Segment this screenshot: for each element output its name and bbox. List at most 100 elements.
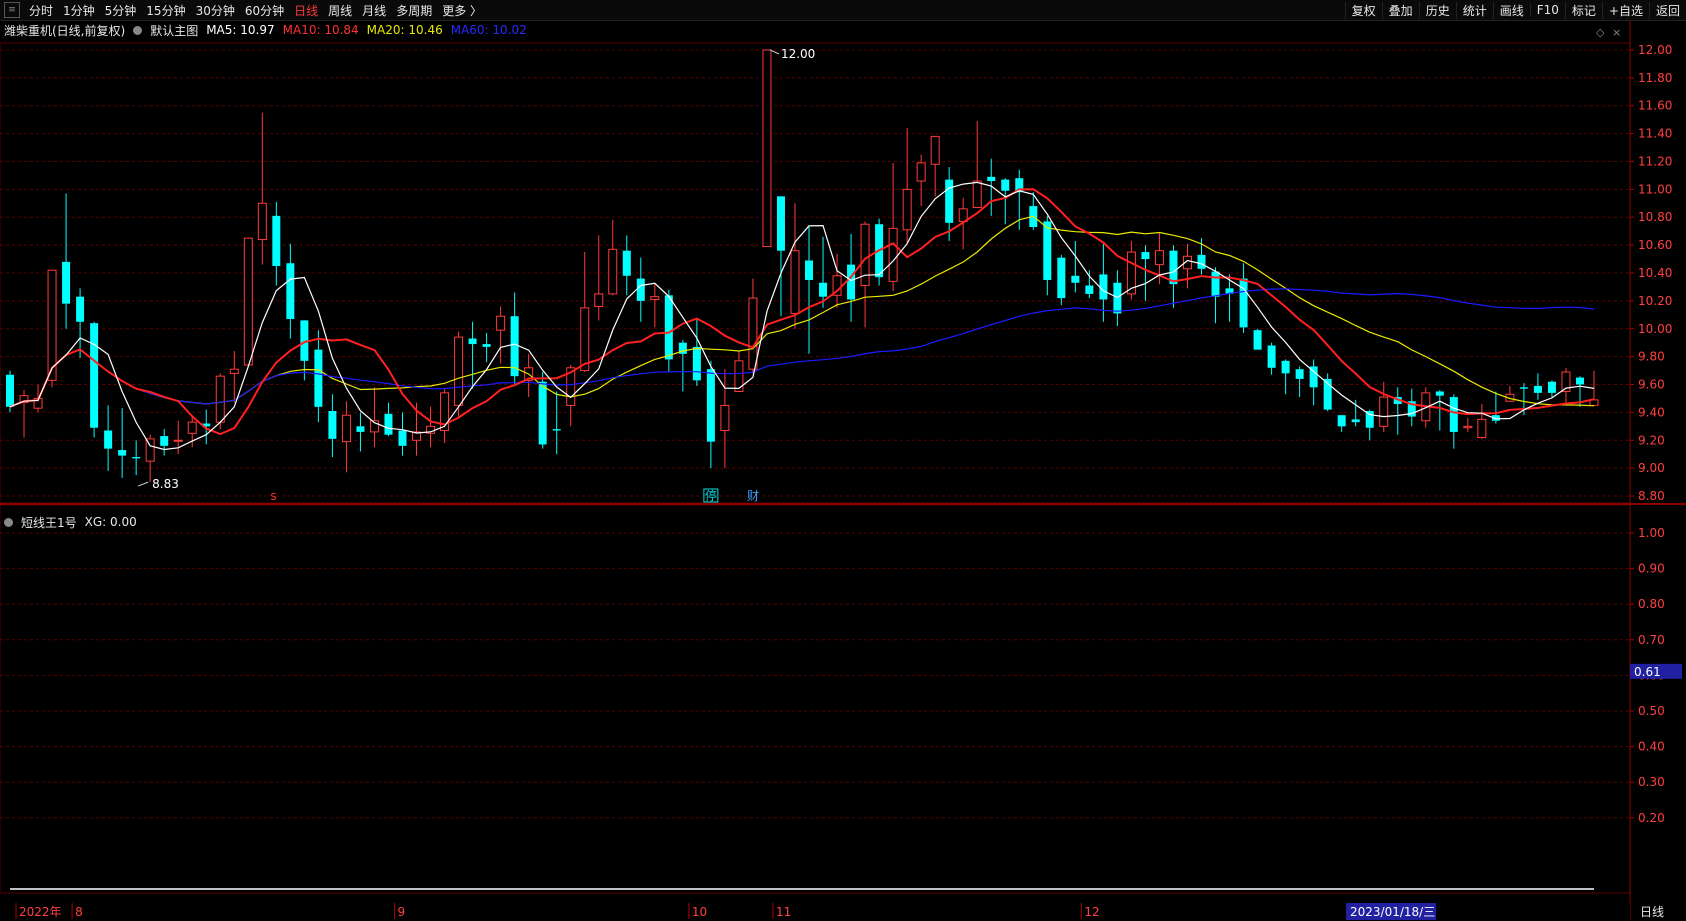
candle-body-down [76,296,85,322]
candle-body-down [692,346,701,381]
sub-y-tick-label: 1.00 [1638,526,1665,540]
candle-body-up [916,162,926,182]
candle-body-down [1141,252,1150,260]
candle-body-down [1085,285,1094,294]
main-y-tick-label: 8.80 [1638,489,1665,503]
candle-body-down [706,369,715,442]
candle-body-up [243,237,253,366]
candle-body-down [62,261,71,304]
candle-body-down [356,426,365,432]
candle-body-up [888,227,898,282]
x-axis-label-0: 2022年 [19,905,62,919]
sub-y-tick-label: 0.70 [1638,633,1665,647]
cursor-date-label: 2023/01/18/三 [1350,905,1435,919]
close-pane-icon: × [1612,26,1621,39]
candle-body-down [1547,381,1556,393]
diamond-icon: ◇ [1596,26,1605,39]
candle-body-down [552,429,561,431]
candle-body-up [257,202,267,241]
main-y-tick-label: 10.60 [1638,238,1672,252]
candle-body-down [1365,411,1374,428]
sub-y-tick-label: 0.90 [1638,562,1665,576]
candle-body-down [636,278,645,301]
candle-body-down [1169,250,1178,285]
candle-body-down [6,374,14,407]
candle-body-down [1043,221,1052,280]
main-y-tick-label: 11.60 [1638,99,1672,113]
candle-body-down [1295,369,1304,379]
main-y-tick-label: 11.00 [1638,182,1672,196]
x-axis-label-5: 12 [1084,905,1099,919]
candle-body-down [90,323,99,428]
main-y-tick-label: 9.40 [1638,405,1665,419]
candle-body-up [229,368,239,374]
event-marker-2: 财 [747,489,759,503]
low-pointer [137,481,149,487]
candle-body-down [1057,257,1066,299]
candle-body-down [104,430,113,449]
candle-body-down [987,176,996,181]
candle-body-down [1071,275,1080,283]
sub-y-tick-label: 0.30 [1638,775,1665,789]
candle-body-up [594,293,604,307]
main-y-tick-label: 11.40 [1638,127,1672,141]
sub-y-tick-label: 0.80 [1638,597,1665,611]
kline-chart[interactable]: 8.80 9.00 9.20 9.40 9.60 9.80 10.00 10.20 10.40 1… [0,0,1686,921]
candle-body-down [1575,377,1584,385]
x-axis-label-1: 8 [75,905,83,919]
candle-body-down [1281,360,1290,374]
main-y-tick-label: 10.40 [1638,266,1672,280]
candle-body-up [650,296,660,300]
main-y-tick-label: 11.20 [1638,154,1672,168]
x-axis-label-4: 11 [776,905,791,919]
event-marker-0: s [270,489,276,503]
sub-y-tick-label: 0.20 [1638,811,1665,825]
candle-body-up [47,269,57,381]
main-y-tick-label: 9.60 [1638,378,1665,392]
candle-body-down [272,215,281,267]
candle-body-up [790,250,800,314]
candle-body-down [1533,385,1542,393]
main-y-tick-label: 9.20 [1638,433,1665,447]
candle-body-down [118,450,127,456]
main-y-tick-label: 9.80 [1638,350,1665,364]
candle-body-down [132,457,141,459]
candle-body-down [1519,387,1528,389]
sub-y-tick-label: 0.50 [1638,704,1665,718]
candle-body-down [538,381,547,445]
event-marker-1: 停 [705,488,717,503]
candle-body-up [580,307,590,372]
main-y-tick-label: 10.00 [1638,322,1672,336]
main-y-tick-label: 11.80 [1638,71,1672,85]
candle-body-down [160,436,169,446]
candle-body-up [748,297,758,370]
candle-body-up [173,439,183,442]
candle-body-down [1351,419,1360,423]
candle-body-down [945,179,954,223]
candle-body-down [1211,271,1220,297]
candle-body-up [1379,396,1389,427]
candle-body-down [1449,397,1458,432]
candle-body-down [482,344,491,347]
candle-body-down [384,413,393,435]
candle-body-up [902,188,912,231]
candle-body-down [1239,278,1248,328]
candle-body-down [1337,415,1346,427]
candle-body-up [930,135,940,165]
candle-body-up [1463,425,1473,429]
candle-body-down [664,295,673,360]
candle-body-down [286,263,295,319]
main-y-tick-label: 9.00 [1638,461,1665,475]
candle-body-up [720,404,730,432]
candle-body-up [1154,250,1164,266]
sub-chart-frame [0,504,1631,894]
candle-body-down [328,411,337,439]
candle-body-down [398,430,407,446]
candle-body-down [1099,274,1108,300]
candle-body-down [1197,254,1206,269]
candle-body-down [1001,179,1010,191]
main-y-tick-label: 10.80 [1638,210,1672,224]
candle-body-up [762,49,772,248]
candle-body-down [805,260,814,280]
x-axis-label-3: 10 [692,905,707,919]
